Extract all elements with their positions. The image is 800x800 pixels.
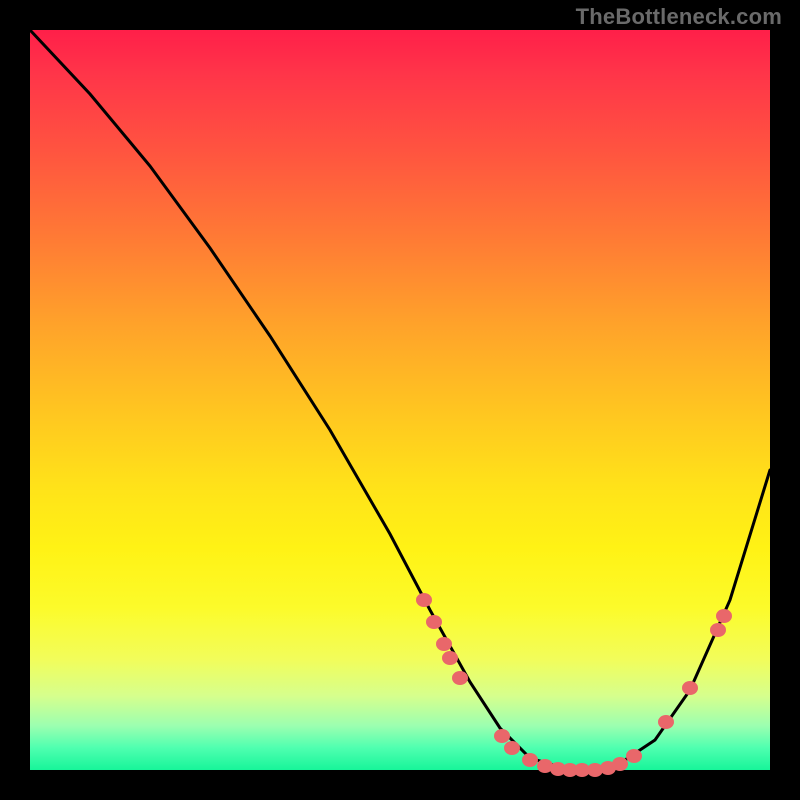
curve-svg [30,30,770,770]
curve-marker [522,753,538,767]
curve-marker [612,757,628,771]
curve-marker [494,729,510,743]
bottleneck-curve [30,30,770,770]
curve-marker [716,609,732,623]
curve-marker [710,623,726,637]
curve-marker [682,681,698,695]
curve-marker [426,615,442,629]
curve-markers [416,593,732,777]
curve-marker [658,715,674,729]
curve-marker [416,593,432,607]
curve-marker [626,749,642,763]
curve-marker [436,637,452,651]
watermark-text: TheBottleneck.com [576,4,782,30]
curve-marker [452,671,468,685]
curve-marker [442,651,458,665]
chart-stage: TheBottleneck.com [0,0,800,800]
curve-marker [504,741,520,755]
